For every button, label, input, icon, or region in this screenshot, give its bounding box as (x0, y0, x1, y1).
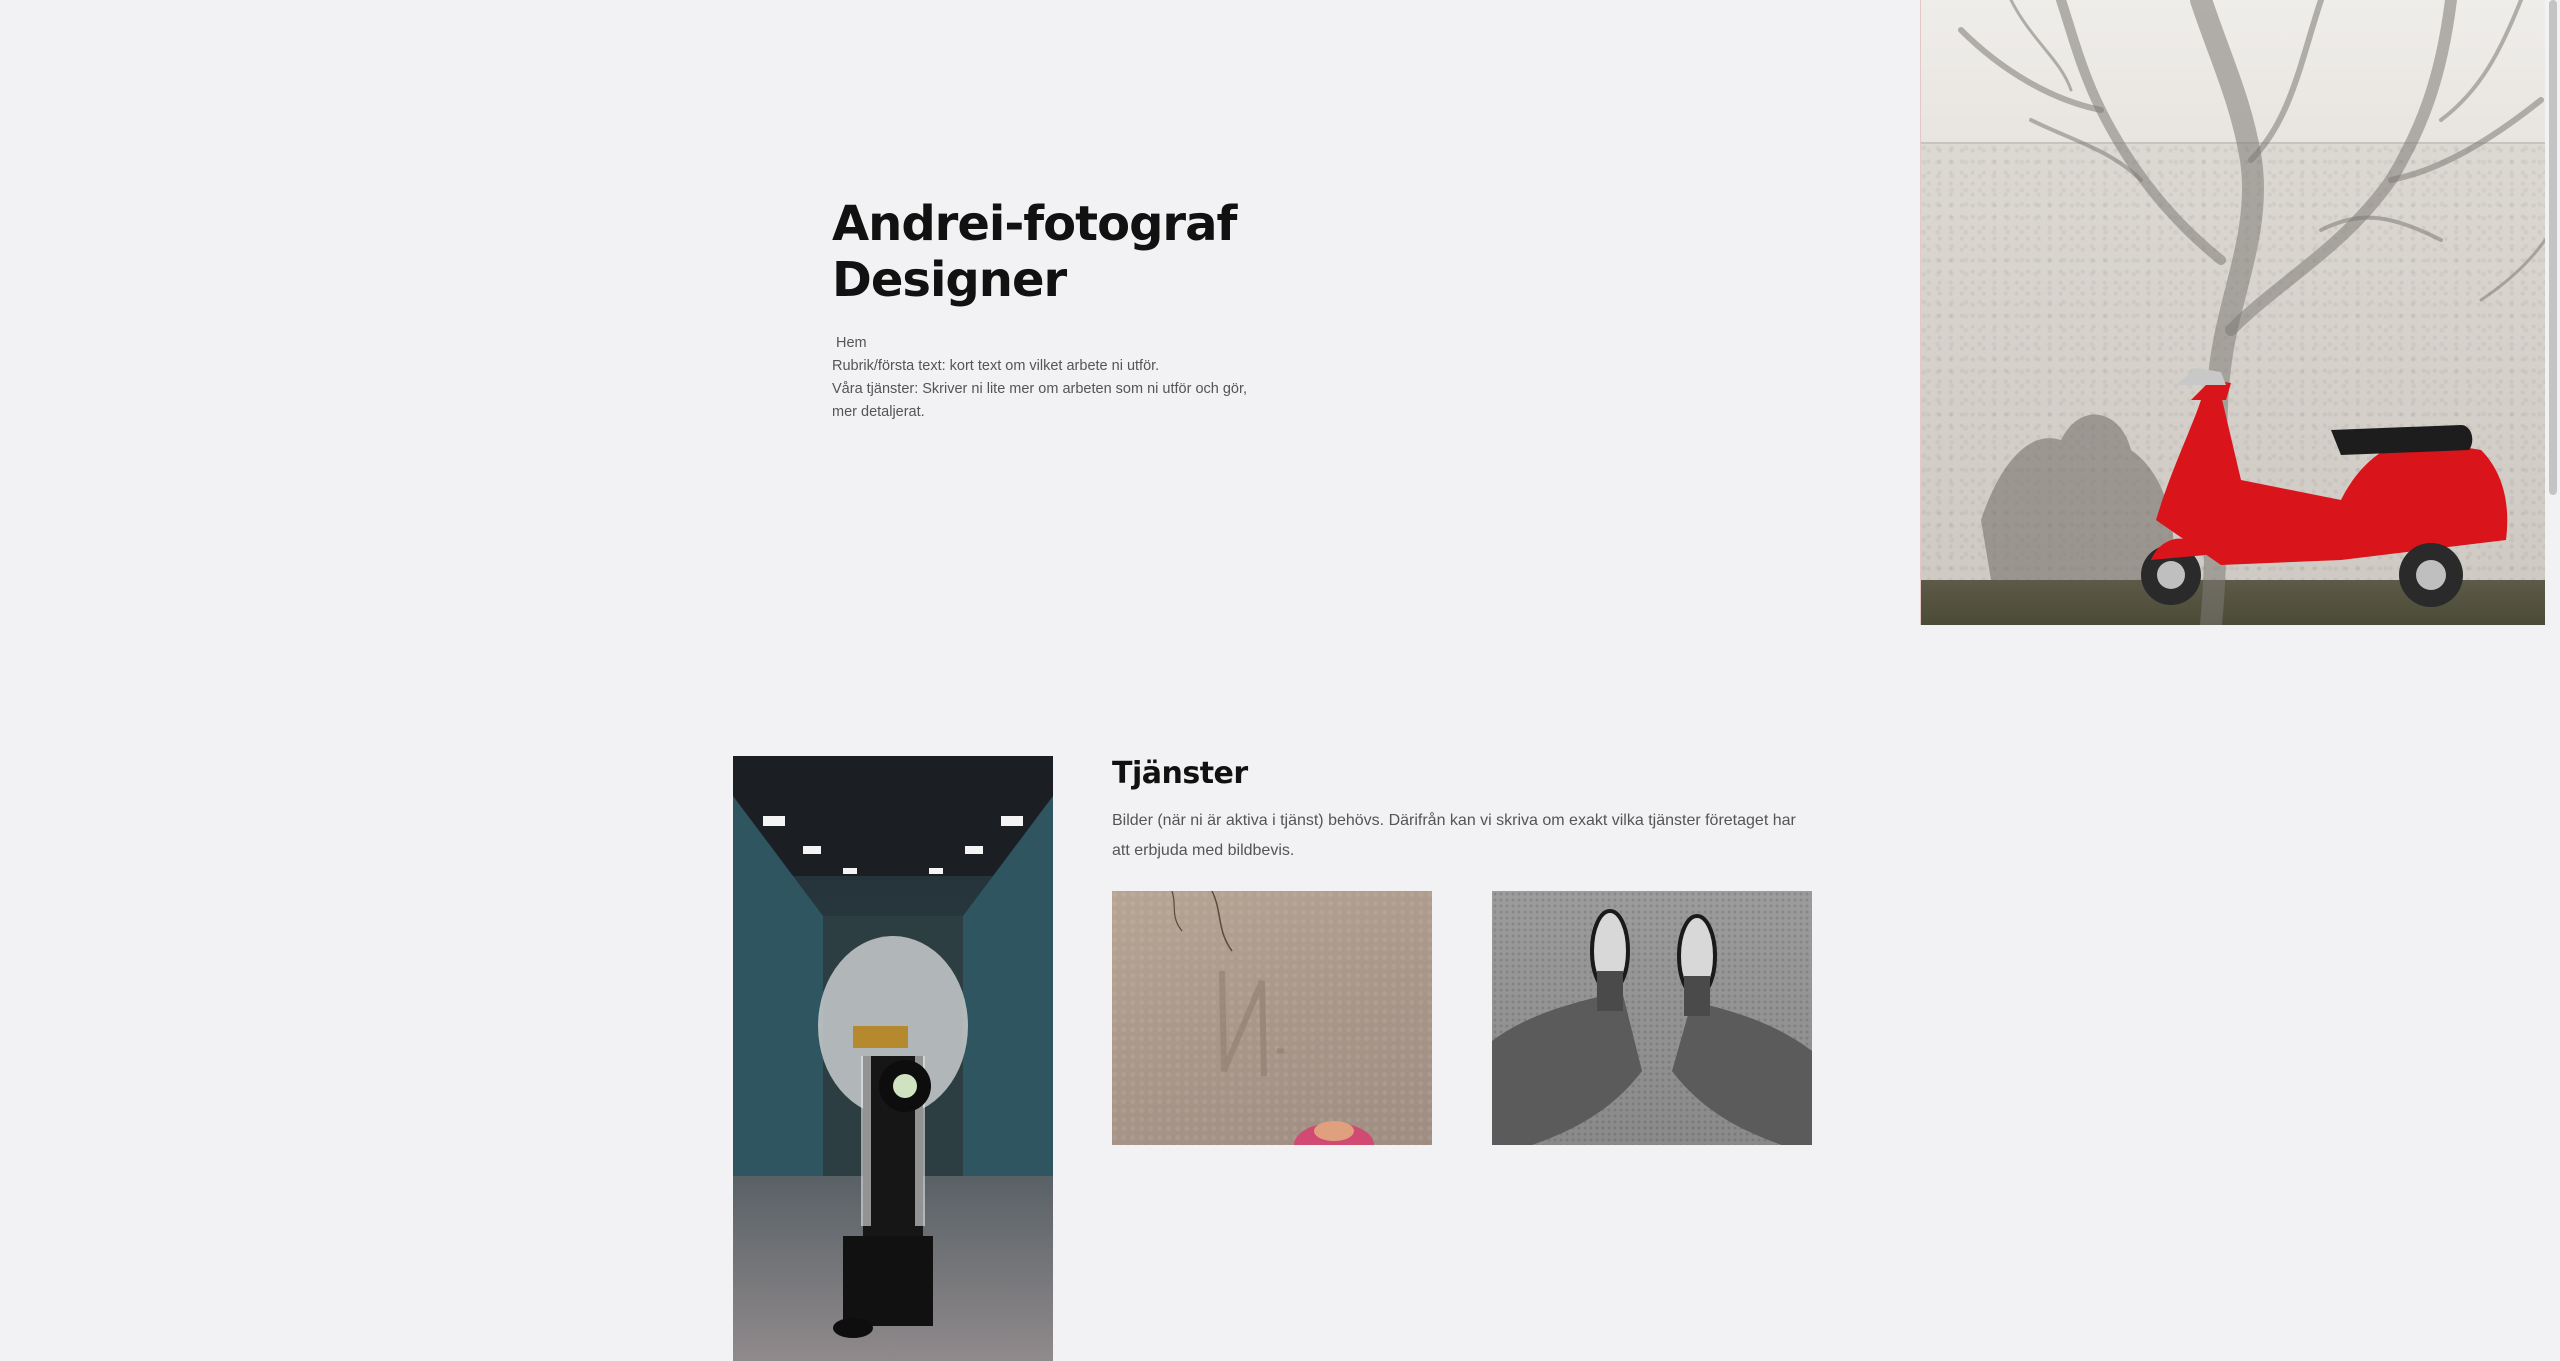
page-scrollbar[interactable] (2546, 0, 2560, 1361)
photographer-photo (733, 756, 1053, 1361)
sand-photo (1112, 891, 1432, 1145)
site-title-line2: Designer (832, 252, 1067, 308)
services-body: Bilder (när ni är aktiva i tjänst) behöv… (1112, 812, 1796, 859)
scrollbar-thumb[interactable] (2549, 0, 2557, 495)
hero-description: Hem Rubrik/första text: kort text om vil… (832, 332, 1252, 424)
red-scooter-photo (1920, 0, 2545, 625)
hero-text: Andrei-fotograf Designer Hem Rubrik/förs… (832, 196, 1252, 424)
site-title-line1: Andrei-fotograf (832, 196, 1237, 252)
hero-line-2: Våra tjänster: Skriver ni lite mer om ar… (832, 381, 1248, 420)
services-heading: Tjänster (1112, 756, 1248, 791)
services-section: Tjänster Bilder (när ni är aktiva i tjän… (1112, 756, 1812, 866)
hero-line-1: Rubrik/första text: kort text om vilket … (832, 358, 1160, 374)
feet-photo (1492, 891, 1812, 1145)
site-title: Andrei-fotograf Designer (832, 196, 1252, 308)
nav-home-link[interactable]: Hem (832, 332, 1252, 355)
